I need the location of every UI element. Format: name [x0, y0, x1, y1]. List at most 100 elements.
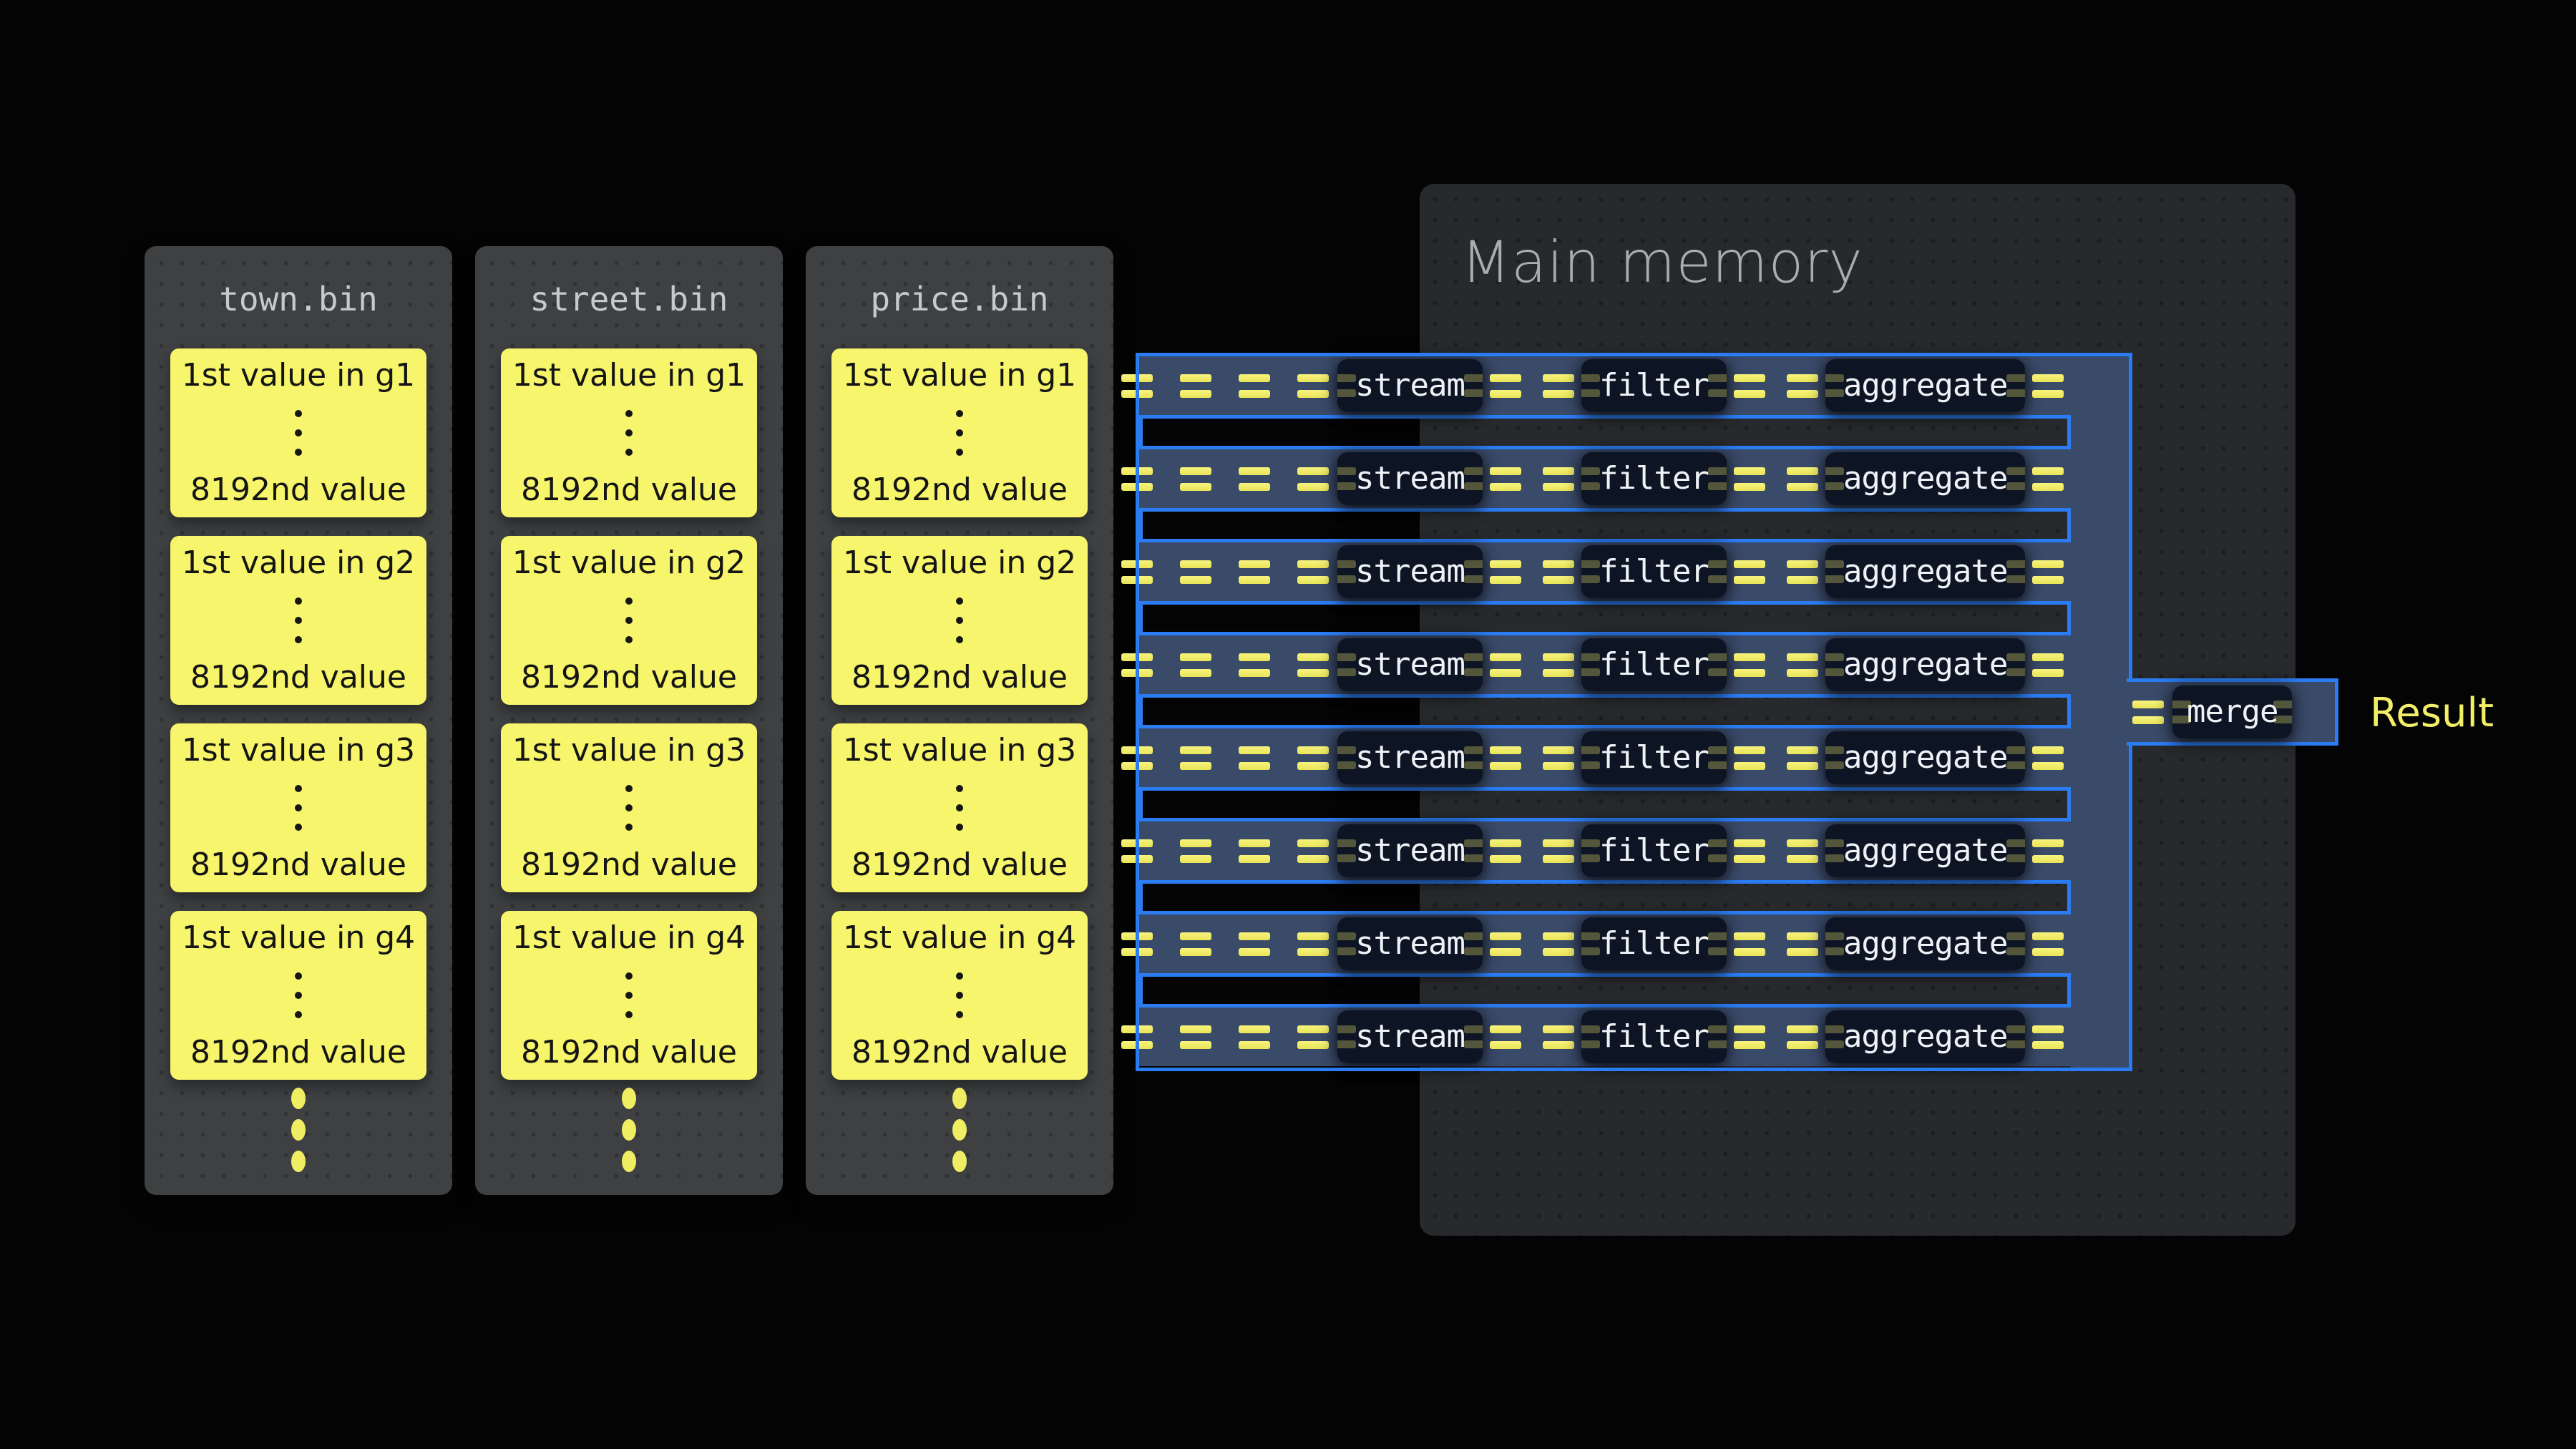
equals-data-chunk-icon [1787, 560, 1818, 584]
group-first-value: 1st value in g4 [843, 920, 1076, 956]
group-last-value: 8192nd value [852, 660, 1068, 696]
equals-data-chunk-icon [1180, 746, 1211, 770]
group-last-value: 8192nd value [190, 472, 406, 508]
group-first-value: 1st value in g1 [182, 358, 415, 394]
stage-chip-aggregate: aggregate [1825, 731, 2025, 784]
group-last-value: 8192nd value [521, 660, 737, 696]
vertical-ellipsis-icon [625, 972, 633, 1018]
vertical-ellipsis-icon [295, 972, 302, 1018]
stage-chip-stream: stream [1337, 731, 1483, 784]
equals-data-chunk-icon [1543, 839, 1574, 863]
group-last-value: 8192nd value [521, 847, 737, 883]
more-groups-ellipsis-icon [475, 1088, 783, 1172]
stage-chip-filter: filter [1581, 917, 1727, 970]
stage-chip-filter: filter [1581, 452, 1727, 505]
value-group-card: 1st value in g2 8192nd value [501, 536, 757, 705]
pipeline-gap-box [1139, 787, 2071, 821]
group-last-value: 8192nd value [852, 472, 1068, 508]
value-group-card: 1st value in g2 8192nd value [170, 536, 426, 705]
pipeline-gap-box [1139, 973, 2071, 1008]
equals-data-chunk-icon [1787, 839, 1818, 863]
group-last-value: 8192nd value [190, 847, 406, 883]
equals-data-chunk-icon [1490, 560, 1521, 584]
value-group-card: 1st value in g3 8192nd value [831, 723, 1088, 892]
group-last-value: 8192nd value [190, 1035, 406, 1070]
pipeline-row: stream filter aggregate [1121, 1008, 2129, 1066]
equals-data-chunk-icon [1121, 746, 1153, 770]
pipeline-gap-box [1139, 880, 2071, 914]
file-title: town.bin [145, 246, 452, 316]
vertical-ellipsis-icon [956, 597, 963, 643]
equals-data-chunk-icon [1180, 560, 1211, 584]
card-list: 1st value in g1 8192nd value 1st value i… [170, 348, 426, 1098]
equals-data-chunk-icon [1239, 839, 1270, 863]
equals-data-chunk-icon [2032, 560, 2064, 584]
equals-data-chunk-icon [1543, 932, 1574, 956]
stage-chip-aggregate: aggregate [1825, 1010, 2025, 1063]
stage-chip-filter: filter [1581, 545, 1727, 598]
stage-chip-stream: stream [1337, 917, 1483, 970]
group-first-value: 1st value in g2 [843, 545, 1076, 581]
stage-chip-stream: stream [1337, 359, 1483, 412]
equals-data-chunk-icon [2032, 653, 2064, 677]
group-first-value: 1st value in g3 [182, 733, 415, 769]
equals-data-chunk-icon [1734, 560, 1765, 584]
vertical-ellipsis-icon [295, 597, 302, 643]
equals-data-chunk-icon [1490, 1025, 1521, 1049]
value-group-card: 1st value in g2 8192nd value [831, 536, 1088, 705]
group-first-value: 1st value in g3 [843, 733, 1076, 769]
equals-data-chunk-icon [1543, 746, 1574, 770]
pipeline-row: stream filter aggregate [1121, 728, 2129, 787]
equals-data-chunk-icon [1490, 839, 1521, 863]
value-group-card: 1st value in g1 8192nd value [831, 348, 1088, 517]
equals-data-chunk-icon [1787, 1025, 1818, 1049]
stage-chip-aggregate: aggregate [1825, 917, 2025, 970]
group-last-value: 8192nd value [521, 472, 737, 508]
equals-data-chunk-icon [1297, 839, 1329, 863]
equals-data-chunk-icon [1121, 467, 1153, 491]
equals-data-chunk-icon [1734, 467, 1765, 491]
equals-data-chunk-icon [1787, 467, 1818, 491]
pipeline-row: stream filter aggregate [1121, 356, 2129, 415]
vertical-ellipsis-icon [295, 785, 302, 831]
pipeline-row: stream filter aggregate [1121, 542, 2129, 601]
file-panel-town: town.bin 1st value in g1 8192nd value 1s… [145, 246, 452, 1195]
equals-data-chunk-icon [2032, 374, 2064, 398]
card-list: 1st value in g1 8192nd value 1st value i… [831, 348, 1088, 1098]
equals-data-chunk-icon [1297, 1025, 1329, 1049]
equals-data-chunk-icon [1543, 374, 1574, 398]
value-group-card: 1st value in g4 8192nd value [831, 911, 1088, 1080]
vertical-ellipsis-icon [625, 785, 633, 831]
stage-chip-stream: stream [1337, 824, 1483, 877]
pipeline-row: stream filter aggregate [1121, 821, 2129, 880]
more-groups-ellipsis-icon [145, 1088, 452, 1172]
equals-data-chunk-icon [1180, 653, 1211, 677]
vertical-ellipsis-icon [295, 410, 302, 456]
vertical-ellipsis-icon [625, 410, 633, 456]
value-group-card: 1st value in g1 8192nd value [170, 348, 426, 517]
group-first-value: 1st value in g3 [512, 733, 746, 769]
stage-chip-aggregate: aggregate [1825, 452, 2025, 505]
file-panel-street: street.bin 1st value in g1 8192nd value … [475, 246, 783, 1195]
result-label: Result [2370, 690, 2494, 737]
equals-data-chunk-icon [1490, 467, 1521, 491]
equals-data-chunk-icon [1787, 653, 1818, 677]
stage-chip-stream: stream [1337, 545, 1483, 598]
equals-data-chunk-icon [1239, 560, 1270, 584]
stage-chip-stream: stream [1337, 638, 1483, 691]
equals-data-chunk-icon [1297, 932, 1329, 956]
pipeline-row: stream filter aggregate [1121, 449, 2129, 508]
group-first-value: 1st value in g1 [843, 358, 1076, 394]
equals-data-chunk-icon [1121, 560, 1153, 584]
equals-data-chunk-icon [1239, 1025, 1270, 1049]
pipeline-gap-box [1139, 508, 2071, 542]
equals-data-chunk-icon [1180, 839, 1211, 863]
equals-data-chunk-icon [1734, 1025, 1765, 1049]
group-first-value: 1st value in g2 [182, 545, 415, 581]
group-last-value: 8192nd value [190, 660, 406, 696]
stage-chip-filter: filter [1581, 359, 1727, 412]
equals-data-chunk-icon [1121, 839, 1153, 863]
file-title: price.bin [806, 246, 1113, 316]
equals-data-chunk-icon [1787, 746, 1818, 770]
stage-chip-stream: stream [1337, 452, 1483, 505]
